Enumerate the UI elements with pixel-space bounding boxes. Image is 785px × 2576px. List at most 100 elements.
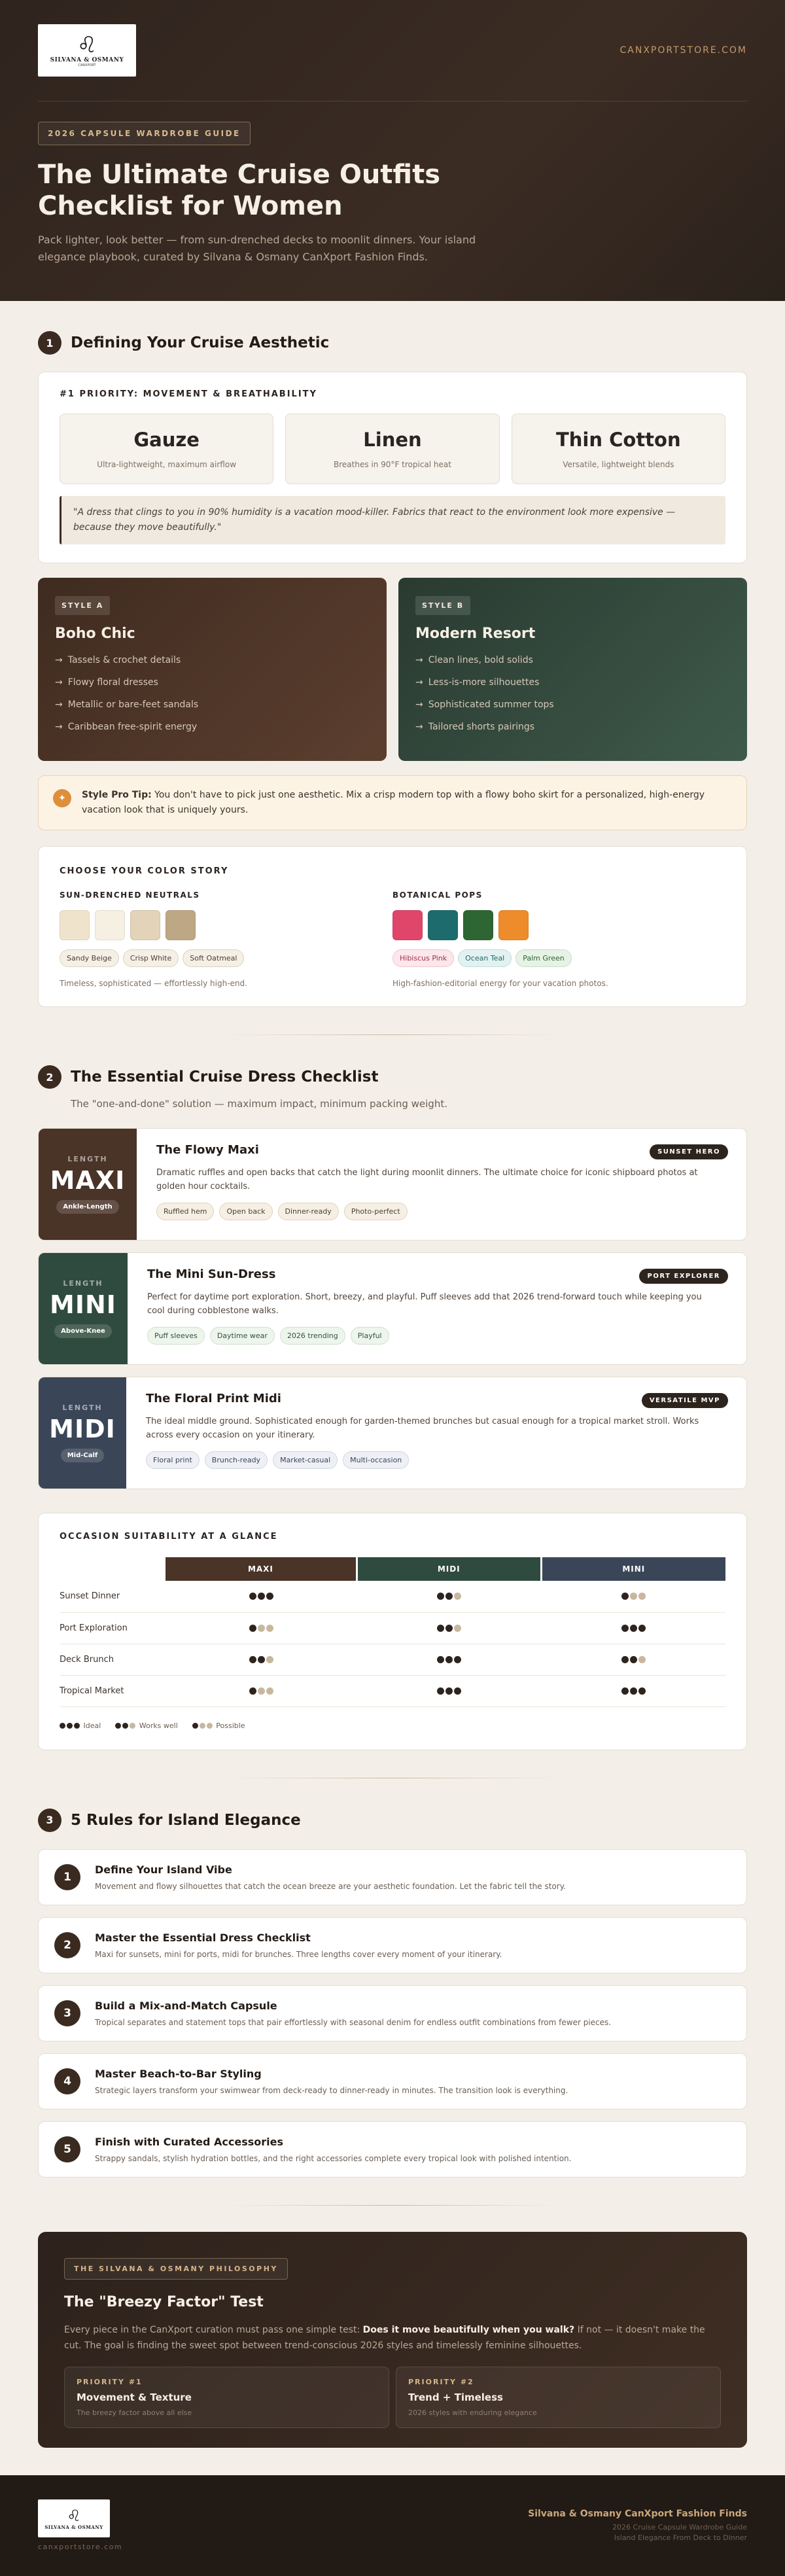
rule-number: 5 [54,2136,80,2162]
hero: ♌ SILVANA & OSMANY CANXPORT CANXPORTSTOR… [0,0,785,301]
tip-body: You don't have to pick just one aestheti… [82,790,705,815]
site-link[interactable]: CANXPORTSTORE.COM [620,45,748,56]
list-item-label: Caribbean free-spirit energy [67,722,198,732]
rating-dot [436,1655,444,1663]
footer-site-link[interactable]: canxportstore.com [38,2543,122,2551]
rule-number: 3 [54,2000,80,2026]
dress-chips: Floral print Brunch-ready Market-casual … [146,1451,728,1469]
palette-note: High-fashion-editorial energy for your v… [392,979,608,988]
occasion-name: Tropical Market [60,1675,166,1707]
legend-item: Ideal [60,1721,101,1730]
length-name: MAXI [50,1166,126,1195]
color-swatch [166,910,196,940]
style-title: Modern Resort [415,626,536,642]
color-chip: Hibiscus Pink [392,949,455,967]
priority-boxes: PRIORITY #1 Movement & Texture The breez… [64,2366,721,2428]
occasion-table: MAXI MIDI MINI Sunset Dinner Port Explora… [60,1557,725,1707]
feature-chip: Ruffled hem [156,1203,215,1220]
suitability-rating [166,1644,357,1676]
list-item-label: Metallic or bare-feet sandals [67,699,199,710]
rule-desc: Tropical separates and statement tops th… [95,2017,612,2027]
color-chip: Crisp White [122,949,179,967]
list-item: → Clean lines, bold solids [415,655,730,677]
table-row: Tropical Market [60,1675,725,1707]
section-divider [222,2204,563,2206]
lion-icon: ♌ [67,2506,81,2525]
swatch-row [60,910,392,940]
fabric-name: Thin Cotton [556,429,681,451]
fabric-card: Linen Breathes in 90°F tropical heat [285,414,500,484]
suitability-rating [541,1675,725,1707]
list-item-label: Clean lines, bold solids [428,655,533,665]
rule-desc: Strappy sandals, stylish hydration bottl… [95,2153,572,2163]
rule-title: Master Beach-to-Bar Styling [95,2067,262,2080]
list-item: → Caribbean free-spirit energy [55,722,370,744]
arrow-icon: → [55,722,63,732]
list-item-label: Flowy floral dresses [67,677,158,688]
suitability-rating [357,1612,542,1644]
suitability-rating [541,1581,725,1613]
rating-dot [638,1655,646,1663]
color-chip: Soft Oatmeal [183,949,245,967]
table-corner [60,1557,166,1581]
footer-brand: Silvana & Osmany CanXport Fashion Finds [528,2509,747,2519]
rating-dot [436,1687,444,1695]
rating-dot [257,1593,265,1600]
hero-top-bar: ♌ SILVANA & OSMANY CANXPORT CANXPORTSTOR… [38,0,747,101]
legend-label: Ideal [83,1721,101,1730]
feature-chip: 2026 trending [279,1327,345,1345]
dress-title: The Floral Print Midi [146,1392,281,1405]
rating-dot [453,1624,461,1632]
rating-dot [445,1593,453,1600]
fabric-list: Gauze Ultra-lightweight, maximum airflow… [60,414,725,484]
length-block: LENGTH MINI Above-Knee [39,1253,128,1364]
feature-chip: Open back [219,1203,273,1220]
swatch-row [392,910,725,940]
footer-logo[interactable]: ♌ SILVANA & OSMANY [38,2499,110,2537]
legend-item: Works well [115,1721,178,1730]
rule-card: 2 Master the Essential Dress Checklist Ma… [38,1916,747,1973]
list-item: → Sophisticated summer tops [415,699,730,722]
priority-title: Trend + Timeless [408,2391,503,2403]
rating-dot [257,1655,265,1663]
legend-item: Possible [192,1721,245,1730]
column-header: MIDI [355,1557,542,1581]
rating-dot [249,1593,256,1600]
length-label: LENGTH [63,1279,103,1288]
arrow-icon: → [55,677,63,688]
philosophy-highlight: Does it move beautifully when you walk? [362,2324,575,2335]
rule-desc: Maxi for sunsets, mini for ports, midi f… [95,1949,502,1959]
priority-desc: The breezy factor above all else [77,2408,192,2417]
table-row: Sunset Dinner [60,1581,725,1613]
color-swatch [60,910,90,940]
length-pill: Above-Knee [54,1324,112,1338]
rating-dot [436,1624,444,1632]
color-swatch [130,910,160,940]
priority-box: PRIORITY #1 Movement & Texture The breez… [64,2366,389,2428]
rule-number: 4 [54,2068,80,2094]
suitability-rating [166,1612,357,1644]
color-story-card: CHOOSE YOUR COLOR STORY SUN-DRENCHED NEU… [38,846,747,1007]
palette-title: BOTANICAL POPS [392,891,483,900]
rule-title: Define Your Island Vibe [95,1863,232,1876]
feature-chip: Multi-occasion [343,1451,410,1469]
length-label: LENGTH [62,1403,103,1412]
arrow-icon: → [55,655,63,665]
rating-dot [453,1655,461,1663]
rating-dot [445,1655,453,1663]
brand-logo[interactable]: ♌ SILVANA & OSMANY CANXPORT [38,24,136,77]
rating-dot [621,1624,629,1632]
rating-dot [638,1593,646,1600]
dress-chips: Ruffled hem Open back Dinner-ready Photo… [156,1203,728,1220]
fabric-quote: "A dress that clings to you in 90% humid… [60,496,725,544]
style-cards: STYLE A Boho Chic → Tassels & crochet det… [38,578,747,761]
suitability-rating [541,1644,725,1676]
rating-dot [453,1687,461,1695]
rule-title: Finish with Curated Accessories [95,2135,283,2148]
feature-chip: Playful [350,1327,389,1345]
footer-line: Island Elegance From Deck to Dinner [614,2533,747,2542]
occasion-name: Deck Brunch [60,1644,166,1676]
fabric-card: Thin Cotton Versatile, lightweight blend… [511,414,725,484]
section-title: The Essential Cruise Dress Checklist [71,1068,379,1085]
color-swatch [95,910,125,940]
